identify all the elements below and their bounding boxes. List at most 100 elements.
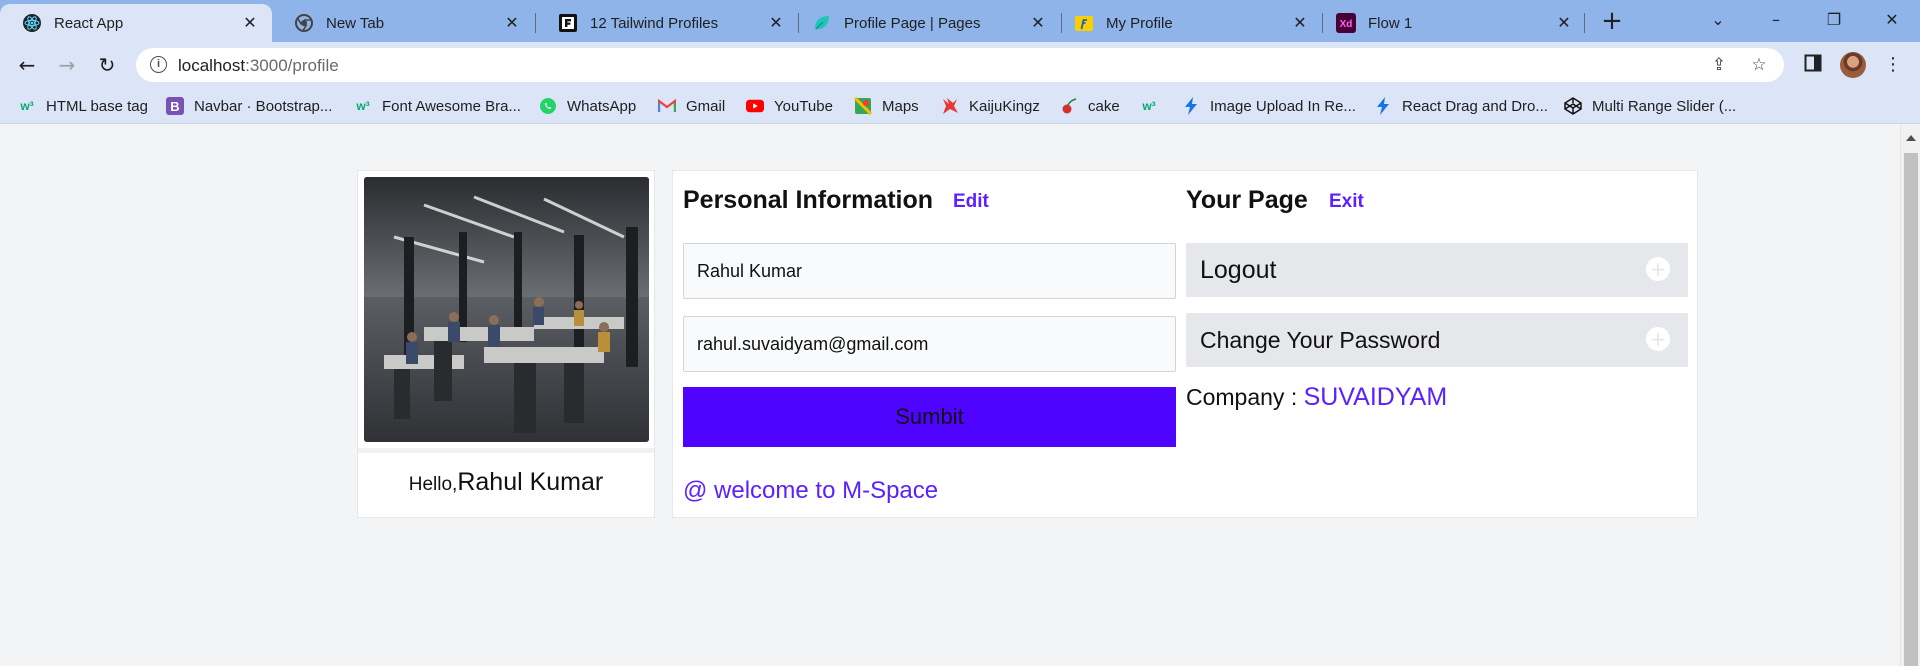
exit-link[interactable]: Exit (1329, 191, 1364, 213)
codepen-icon (1564, 97, 1582, 115)
scrollbar-thumb[interactable] (1904, 153, 1918, 666)
bookmark-item[interactable]: cake (1060, 96, 1120, 116)
kaijukingz-icon (941, 97, 959, 115)
info-card: Personal Information Edit Rahul Kumar ra… (672, 170, 1698, 518)
bolt-icon (1182, 97, 1200, 115)
name-field[interactable]: Rahul Kumar (683, 243, 1176, 299)
close-window-icon[interactable]: ✕ (1878, 8, 1906, 32)
bookmark-item[interactable]: Multi Range Slider (... (1564, 96, 1736, 116)
flowbite-f-icon (558, 13, 578, 33)
close-icon[interactable]: ✕ (1556, 15, 1572, 31)
bookmark-item[interactable]: WhatsApp (539, 96, 636, 116)
youtube-icon (746, 97, 764, 115)
bookmark-star-icon[interactable]: ☆ (1748, 54, 1770, 76)
change-password-label: Change Your Password (1200, 327, 1441, 353)
restore-icon[interactable]: ❐ (1820, 8, 1848, 32)
plus-circle-icon[interactable]: + (1646, 327, 1670, 351)
submit-button[interactable]: Sumbit (683, 387, 1176, 447)
bookmark-label: Maps (882, 97, 919, 115)
site-info-icon[interactable]: i (150, 56, 167, 73)
bookmark-label: WhatsApp (567, 97, 637, 115)
company-value: SUVAIDYAM (1303, 383, 1448, 411)
bookmark-item[interactable]: w³ (1140, 96, 1158, 116)
back-arrow-icon[interactable]: ← (12, 50, 42, 80)
leaf-icon (812, 13, 832, 33)
tab-title: 12 Tailwind Profiles (590, 14, 719, 32)
reload-icon[interactable]: ↻ (92, 50, 122, 80)
bookmark-item[interactable]: Image Upload In Re... (1182, 96, 1356, 116)
your-page-title: Your Page (1186, 186, 1308, 214)
maps-icon (854, 97, 872, 115)
bookmark-item[interactable]: Maps (854, 96, 919, 116)
close-icon[interactable]: ✕ (242, 15, 258, 31)
flipkart-icon (1074, 13, 1094, 33)
logout-label: Logout (1200, 256, 1277, 284)
greeting: Hello,Rahul Kumar (358, 468, 654, 497)
company-label: Company : (1186, 384, 1298, 410)
edit-link[interactable]: Edit (953, 191, 989, 213)
profile-avatar[interactable] (1840, 52, 1866, 78)
bookmark-item[interactable]: YouTube (746, 96, 833, 116)
tab-title: React App (54, 14, 124, 32)
profile-card: Hello,Rahul Kumar (357, 170, 655, 518)
bookmark-label: Multi Range Slider (... (1592, 97, 1737, 115)
w3schools-icon: w³ (356, 99, 370, 113)
tab-title: My Profile (1106, 14, 1173, 32)
minimize-icon[interactable]: – (1762, 8, 1790, 32)
bookmark-item[interactable]: KaijuKingz (941, 96, 1040, 116)
logout-accordion[interactable]: Logout + (1186, 243, 1688, 297)
w3schools-icon: w³ (1142, 99, 1156, 113)
cherry-icon (1060, 97, 1078, 115)
bookmark-item[interactable]: w³ HTML base tag (18, 96, 148, 116)
tab-flow-1[interactable]: Xd Flow 1 ✕ (1314, 4, 1586, 42)
browser-toolbar: ← → ↻ i localhost:3000/profile ⇪ ☆ ⋮ (0, 42, 1920, 88)
bookmark-label: Image Upload In Re... (1210, 97, 1356, 115)
url-text: localhost:3000/profile (178, 56, 339, 76)
tab-search-chevron-icon[interactable]: ⌄ (1704, 8, 1732, 32)
adobe-xd-icon: Xd (1336, 13, 1356, 33)
bolt-icon (1374, 97, 1392, 115)
profile-photo (364, 177, 649, 442)
scroll-up-arrow-icon[interactable] (1906, 135, 1916, 141)
bookmark-label: KaijuKingz (969, 97, 1040, 115)
tab-profile-page[interactable]: Profile Page | Pages ✕ (790, 4, 1060, 42)
forward-arrow-icon[interactable]: → (52, 50, 82, 80)
bookmark-item[interactable]: B Navbar · Bootstrap... (166, 96, 332, 116)
tab-title: New Tab (326, 14, 385, 32)
close-icon[interactable]: ✕ (768, 15, 784, 31)
close-icon[interactable]: ✕ (1030, 15, 1046, 31)
email-field[interactable]: rahul.suvaidyam@gmail.com (683, 316, 1176, 372)
kebab-menu-icon[interactable]: ⋮ (1882, 54, 1904, 76)
photo-divider (358, 448, 654, 453)
bookmark-item[interactable]: w³ Font Awesome Bra... (354, 96, 521, 116)
change-password-accordion[interactable]: Change Your Password + (1186, 313, 1688, 367)
address-bar[interactable]: i localhost:3000/profile ⇪ ☆ (136, 48, 1784, 82)
bookmark-label: YouTube (774, 97, 833, 115)
tab-title: Flow 1 (1368, 14, 1413, 32)
bookmark-label: Font Awesome Bra... (382, 97, 521, 115)
bookmark-item[interactable]: React Drag and Dro... (1374, 96, 1548, 116)
page-scrollbar[interactable] (1900, 125, 1920, 666)
tab-my-profile[interactable]: My Profile ✕ (1052, 4, 1322, 42)
close-icon[interactable]: ✕ (1292, 15, 1308, 31)
w3schools-icon: w³ (20, 99, 34, 113)
tab-new-tab[interactable]: New Tab ✕ (272, 4, 534, 42)
bookmark-label: Gmail (686, 97, 726, 115)
plus-circle-icon[interactable]: + (1646, 257, 1670, 281)
new-tab-plus-icon[interactable]: + (1598, 8, 1626, 36)
personal-info-title: Personal Information (683, 186, 934, 214)
bookmark-label: Navbar · Bootstrap... (194, 97, 333, 115)
share-icon[interactable]: ⇪ (1708, 54, 1730, 76)
close-icon[interactable]: ✕ (504, 15, 520, 31)
bookmark-item[interactable]: Gmail (658, 96, 725, 116)
bookmarks-bar: w³ HTML base tag B Navbar · Bootstrap...… (0, 88, 1920, 124)
bookmark-label: React Drag and Dro... (1402, 97, 1548, 115)
tab-react-app[interactable]: React App ✕ (0, 4, 272, 42)
tab-tailwind-profiles[interactable]: 12 Tailwind Profiles ✕ (536, 4, 798, 42)
welcome-text: @ welcome to M-Space (683, 477, 939, 504)
greeting-prefix: Hello, (408, 474, 458, 495)
bookmark-label: cake (1088, 97, 1120, 115)
url-host: localhost (178, 56, 246, 75)
whatsapp-icon (539, 97, 557, 115)
side-panel-icon[interactable] (1802, 54, 1824, 76)
